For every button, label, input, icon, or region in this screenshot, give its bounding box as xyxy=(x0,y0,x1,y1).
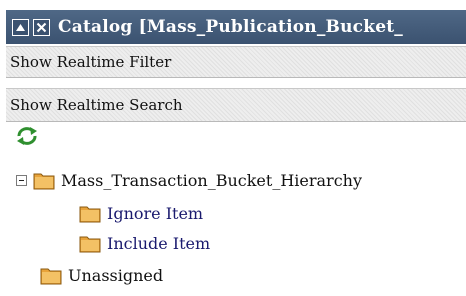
folder-icon xyxy=(40,268,62,285)
folder-icon xyxy=(79,236,101,253)
tree-root-node: Mass_Transaction_Bucket_Hierarchy xyxy=(16,170,362,190)
close-button[interactable] xyxy=(33,18,50,36)
search-label: Show Realtime Search xyxy=(10,96,183,114)
close-icon xyxy=(36,22,47,32)
folder-icon xyxy=(79,206,101,223)
tree-item-label[interactable]: Include Item xyxy=(107,234,210,253)
catalog-panel: Catalog [Mass_Publication_Bucket_ Show R… xyxy=(6,0,466,296)
folder-icon xyxy=(33,173,55,190)
refresh-icon[interactable] xyxy=(16,126,38,146)
minimize-button[interactable] xyxy=(12,18,29,36)
title-bar: Catalog [Mass_Publication_Bucket_ xyxy=(6,10,466,44)
tree-item-label[interactable]: Ignore Item xyxy=(107,204,203,223)
collapse-toggle[interactable] xyxy=(16,174,27,186)
tree-item-label[interactable]: Unassigned xyxy=(68,266,163,285)
tree-root-label[interactable]: Mass_Transaction_Bucket_Hierarchy xyxy=(61,171,362,190)
minimize-icon xyxy=(16,23,25,31)
tree-item-include[interactable]: Include Item xyxy=(79,233,210,253)
filter-label: Show Realtime Filter xyxy=(10,53,172,71)
window-title: Catalog [Mass_Publication_Bucket_ xyxy=(58,17,403,37)
show-realtime-search-bar[interactable]: Show Realtime Search xyxy=(6,88,466,122)
show-realtime-filter-bar[interactable]: Show Realtime Filter xyxy=(6,46,466,78)
tree-item-ignore[interactable]: Ignore Item xyxy=(79,203,203,223)
tree-item-unassigned[interactable]: Unassigned xyxy=(40,265,163,285)
